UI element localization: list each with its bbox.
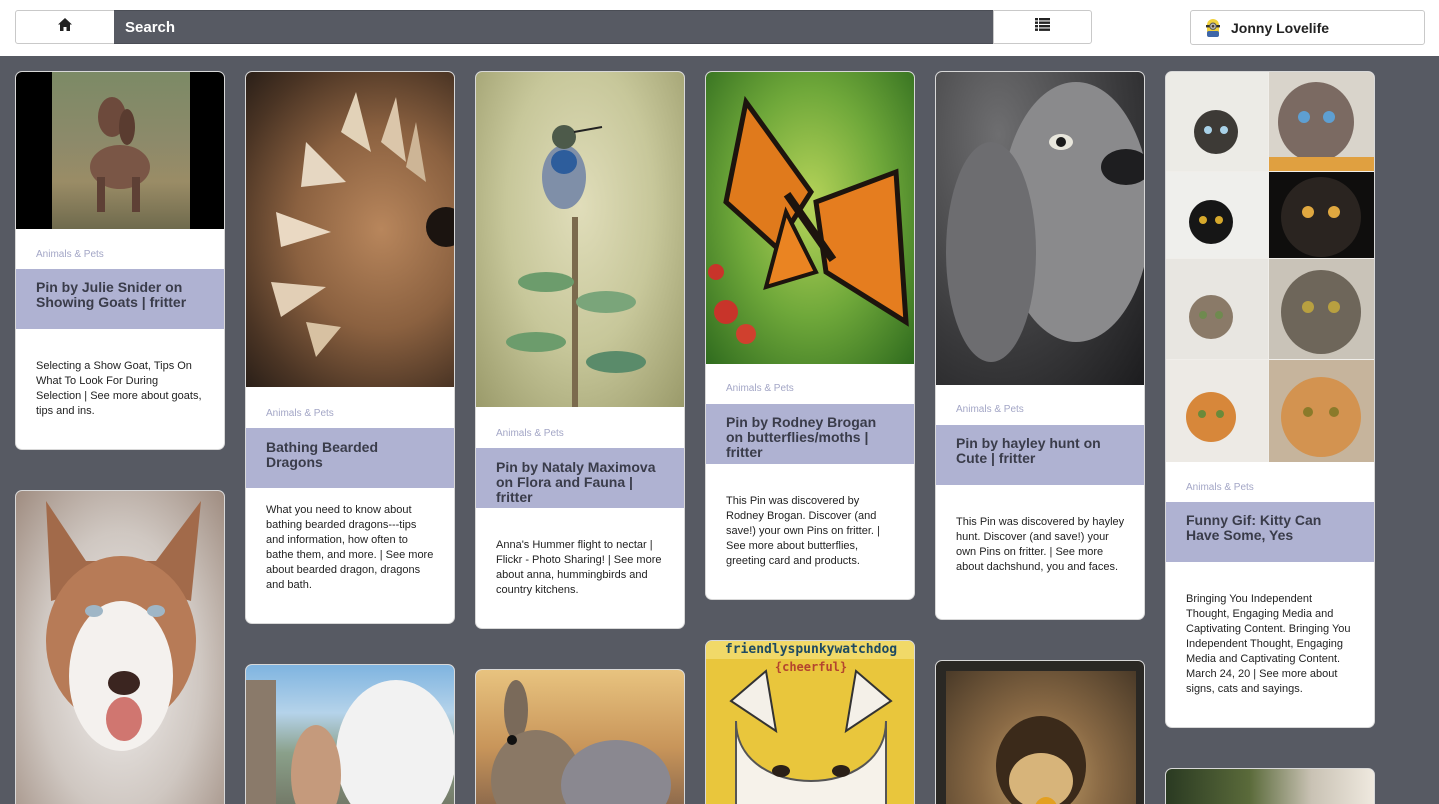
pin-image-kitty-grid — [1166, 72, 1374, 462]
pin-card-next[interactable] — [1165, 768, 1375, 804]
pin-card-husky[interactable] — [15, 490, 225, 804]
pin-title[interactable]: Pin by Rodney Brogan on butterflies/moth… — [706, 404, 914, 464]
top-bar: Search Jonny Lovelife — [0, 0, 1439, 56]
pin-category: Animals & Pets — [956, 404, 1024, 415]
pin-description: Selecting a Show Goat, Tips On What To L… — [36, 360, 202, 417]
pin-image-westie-painting: friendlyspunkywatchdog {cheerful} — [706, 641, 914, 804]
pin-category: Animals & Pets — [36, 249, 104, 260]
home-icon — [57, 17, 73, 37]
pin-card-hummingbird[interactable]: Animals & Pets Pin by Nataly Maximova on… — [475, 71, 685, 629]
pin-category: Animals & Pets — [266, 408, 334, 419]
pin-card-goat[interactable]: Animals & Pets Pin by Julie Snider on Sh… — [15, 71, 225, 450]
search-input[interactable]: Search — [114, 10, 994, 44]
pin-image-dog — [936, 72, 1144, 385]
pin-image-husky — [16, 491, 224, 804]
search-label: Search — [125, 18, 176, 36]
pin-image-duckling — [946, 671, 1136, 804]
pin-category: Animals & Pets — [726, 383, 794, 394]
pin-title[interactable]: Bathing Bearded Dragons — [246, 428, 454, 488]
pin-image-goat — [16, 72, 224, 229]
home-button[interactable] — [15, 10, 115, 44]
pin-image-next — [1166, 769, 1374, 804]
pin-card-toys[interactable] — [475, 669, 685, 804]
avatar — [1205, 18, 1221, 38]
pin-category: Animals & Pets — [1186, 482, 1254, 493]
pin-description: This Pin was discovered by Rodney Brogan… — [726, 495, 880, 567]
user-name: Jonny Lovelife — [1231, 19, 1330, 36]
pin-card-butterfly[interactable]: Animals & Pets Pin by Rodney Brogan on b… — [705, 71, 915, 600]
pin-card-kitty[interactable]: Animals & Pets Funny Gif: Kitty Can Have… — [1165, 71, 1375, 728]
pin-category: Animals & Pets — [496, 428, 564, 439]
pin-image-hummingbird — [476, 72, 684, 407]
pin-title[interactable]: Pin by Julie Snider on Showing Goats | f… — [16, 269, 224, 329]
list-icon — [1035, 18, 1050, 36]
pin-description: What you need to know about bathing bear… — [266, 504, 434, 591]
pin-card-dog[interactable]: Animals & Pets Pin by hayley hunt on Cut… — [935, 71, 1145, 620]
list-view-button[interactable] — [993, 10, 1092, 44]
pin-title[interactable]: Pin by hayley hunt on Cute | fritter — [936, 425, 1144, 485]
pin-description: This Pin was discovered by hayley hunt. … — [956, 516, 1125, 573]
user-menu-button[interactable]: Jonny Lovelife — [1190, 10, 1425, 45]
pin-card-girl-dog[interactable] — [245, 664, 455, 804]
pin-image-bearded-dragon — [246, 72, 454, 387]
pin-description: Anna's Hummer flight to nectar | Flickr … — [496, 539, 662, 596]
pin-card-duckling[interactable] — [935, 660, 1145, 804]
pin-image-butterfly — [706, 72, 914, 364]
pin-description: Bringing You Independent Thought, Engagi… — [1186, 593, 1351, 695]
pin-title[interactable]: Funny Gif: Kitty Can Have Some, Yes — [1166, 502, 1374, 562]
pin-image-girl-dog — [246, 665, 454, 804]
pin-image-toys — [476, 670, 684, 804]
pin-title[interactable]: Pin by Nataly Maximova on Flora and Faun… — [476, 448, 684, 508]
pin-card-bearded-dragon[interactable]: Animals & Pets Bathing Bearded Dragons W… — [245, 71, 455, 624]
pin-card-westie-painting[interactable]: friendlyspunkywatchdog {cheerful} — [705, 640, 915, 804]
